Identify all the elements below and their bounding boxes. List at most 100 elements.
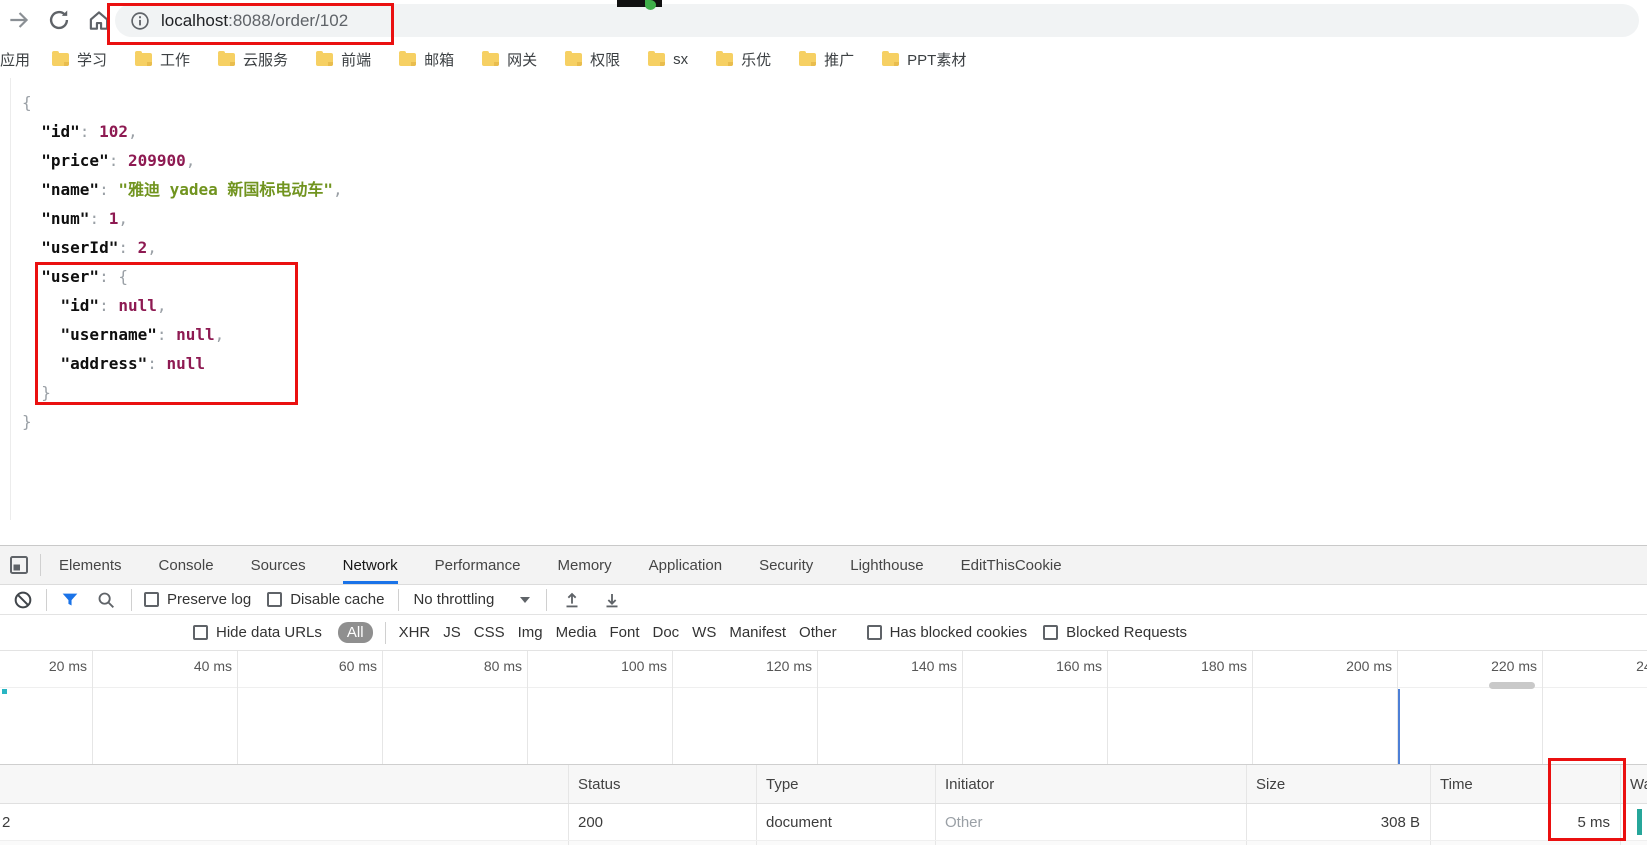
bookmarks-bar: 应用 学习 工作 云服务 前端 邮箱 网关 权限 sx 乐优 推广 PPT素材: [0, 40, 1647, 78]
devtools-tab[interactable]: Memory: [558, 546, 612, 584]
preserve-log-checkbox[interactable]: [144, 592, 159, 607]
devtools-tab[interactable]: Network: [342, 546, 398, 584]
json-token: "id": [41, 122, 80, 141]
throttling-select[interactable]: No throttling: [413, 591, 494, 608]
clear-icon[interactable]: [12, 589, 34, 611]
divider: [46, 588, 47, 611]
bookmark-item[interactable]: 应用: [0, 49, 30, 70]
blocked-requests-label: Blocked Requests: [1066, 624, 1188, 641]
bookmark-folder[interactable]: 前端: [316, 49, 371, 70]
json-line: }: [22, 407, 343, 436]
timeline-gridline: [1397, 651, 1398, 764]
reload-icon[interactable]: [46, 7, 72, 33]
cell-initiator: Other: [935, 804, 1246, 840]
devtools-tab[interactable]: EditThisCookie: [961, 546, 1062, 584]
bookmark-folder[interactable]: PPT素材: [882, 49, 966, 70]
bookmark-folder[interactable]: 推广: [799, 49, 854, 70]
timeline-gridline: [237, 651, 238, 764]
json-token: :: [147, 354, 167, 373]
col-size[interactable]: Size: [1246, 765, 1430, 803]
divider: [546, 588, 548, 611]
filter-type-pill[interactable]: Img: [518, 624, 543, 641]
home-icon[interactable]: [86, 7, 112, 33]
bookmark-folder[interactable]: sx: [648, 50, 688, 68]
json-line: "id": 102,: [22, 117, 343, 146]
json-token: :: [79, 122, 100, 141]
json-token: ,: [147, 238, 157, 257]
blocked-requests-checkbox[interactable]: [1043, 625, 1059, 640]
filter-type-pill[interactable]: Other: [799, 624, 837, 641]
json-line: "userId": 2,: [22, 233, 343, 262]
filter-icon[interactable]: [59, 589, 81, 611]
network-overview-timeline[interactable]: 20 ms 40 ms 60 ms 80 ms 100 ms 120 ms 140 ms 16…: [0, 651, 1647, 764]
forward-icon[interactable]: [6, 7, 32, 33]
table-row[interactable]: 2 200 document Other 308 B 5 ms: [0, 804, 1647, 841]
devtools-tab[interactable]: Application: [649, 546, 722, 584]
cell-status: 200: [568, 841, 756, 845]
filter-type-pill[interactable]: WS: [692, 624, 716, 641]
has-blocked-cookies-checkbox[interactable]: [866, 625, 882, 640]
json-line: "price": 209900,: [22, 146, 343, 175]
url-text[interactable]: localhost:8088/order/102: [161, 11, 348, 31]
json-token: ,: [333, 180, 343, 199]
bookmark-folder[interactable]: 乐优: [716, 49, 771, 70]
json-token: :: [118, 238, 138, 257]
page-content: { "id": 102, "price": 209900, "name": "雅…: [0, 78, 1647, 545]
devtools-tab[interactable]: Performance: [435, 546, 521, 584]
filter-type-pill[interactable]: Media: [556, 624, 597, 641]
bookmark-folder[interactable]: 邮箱: [399, 49, 454, 70]
col-time[interactable]: Time: [1430, 765, 1620, 803]
bookmark-folder[interactable]: 学习: [52, 49, 107, 70]
dock-side-icon[interactable]: [7, 553, 31, 577]
import-har-icon[interactable]: [561, 589, 583, 611]
json-token: "雅迪 yadea 新国标电动车": [118, 180, 334, 199]
filter-type-pill[interactable]: XHR: [399, 624, 431, 641]
devtools-tab[interactable]: Sources: [251, 546, 306, 584]
bookmark-label: 网关: [507, 51, 538, 69]
export-har-icon[interactable]: [601, 589, 623, 611]
col-status[interactable]: Status: [568, 765, 756, 803]
folder-icon: [716, 50, 734, 66]
json-token: "address": [60, 354, 148, 373]
filter-type-pill[interactable]: Font: [609, 624, 639, 641]
page-info-icon[interactable]: [129, 10, 151, 32]
disable-cache-checkbox[interactable]: [267, 592, 283, 607]
col-waterfall[interactable]: Waterfall: [1620, 765, 1647, 803]
col-initiator[interactable]: Initiator: [935, 765, 1246, 803]
col-type[interactable]: Type: [756, 765, 935, 803]
filter-type-pill[interactable]: Doc: [652, 624, 679, 641]
chevron-down-icon[interactable]: [520, 596, 531, 603]
search-icon[interactable]: [95, 589, 117, 611]
filter-type-pill[interactable]: Manifest: [729, 624, 786, 641]
filter-all-pill[interactable]: All: [337, 622, 373, 643]
json-token: "num": [41, 209, 90, 228]
bookmark-folder[interactable]: 工作: [135, 49, 190, 70]
devtools-tab[interactable]: Elements: [59, 546, 122, 584]
json-token: null: [176, 325, 215, 344]
address-bar[interactable]: localhost:8088/order/102: [115, 4, 1639, 37]
devtools-tab[interactable]: Lighthouse: [850, 546, 923, 584]
bookmark-folder[interactable]: 网关: [482, 49, 537, 70]
json-line: "user": {: [22, 262, 343, 291]
json-token: "userId": [41, 238, 119, 257]
bookmark-folder[interactable]: 云服务: [218, 49, 288, 70]
cell-name: [0, 841, 568, 845]
json-token: }: [22, 383, 51, 402]
devtools-tab[interactable]: Console: [159, 546, 214, 584]
col-name[interactable]: [0, 765, 568, 803]
table-row[interactable]: 200 xhr jquery.js:7 9.4 kB 6 ms: [0, 841, 1647, 845]
hide-data-urls-checkbox[interactable]: [193, 625, 208, 640]
json-token: ,: [214, 325, 225, 344]
overview-scroll-handle[interactable]: [1489, 682, 1535, 689]
bookmark-folder[interactable]: 权限: [565, 49, 620, 70]
filter-type-pill[interactable]: CSS: [474, 624, 505, 641]
devtools-tab[interactable]: Security: [759, 546, 813, 584]
folder-icon: [316, 50, 334, 66]
json-token: "user": [41, 267, 100, 286]
json-token: :: [108, 151, 128, 170]
filter-type-pill[interactable]: JS: [443, 624, 461, 641]
